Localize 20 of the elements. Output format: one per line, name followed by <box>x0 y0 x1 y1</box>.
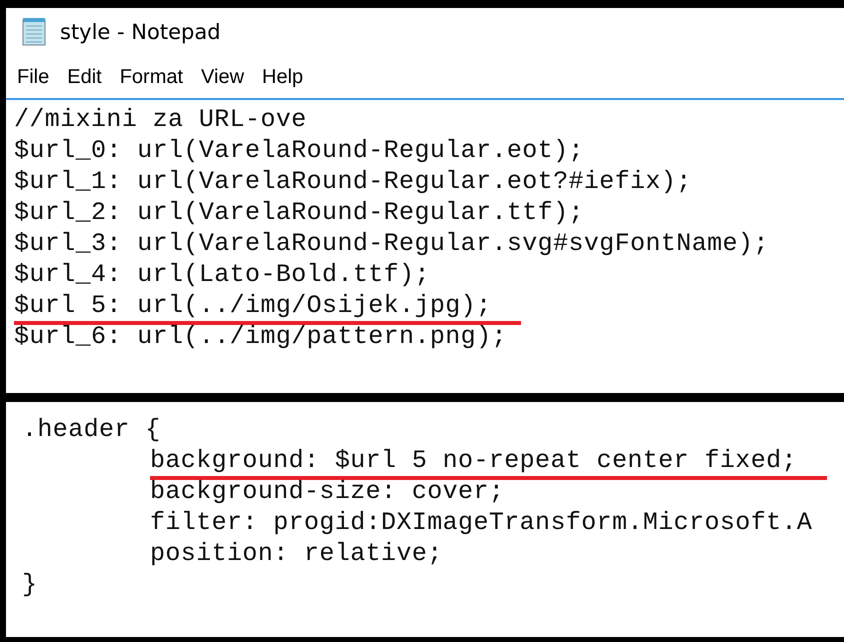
menu-item[interactable]: File <box>10 66 56 88</box>
code-line: $url_2: url(VarelaRound-Regular.ttf); <box>14 198 584 227</box>
code-line: $url_3: url(VarelaRound-Regular.svg#svgFontName); <box>14 229 769 258</box>
code-line: background: $url 5 no-repeat center fixed; <box>150 446 827 480</box>
window-title: style - Notepad <box>60 20 221 44</box>
menu-item[interactable]: Help <box>255 66 310 88</box>
code-line: position: relative; <box>150 539 443 568</box>
code-line: //mixini za URL-ove <box>14 105 307 134</box>
menu-item[interactable]: View <box>194 66 252 88</box>
code-line: filter: progid:DXImageTransform.Microsoft.A <box>150 508 812 537</box>
code-line: $url_1: url(VarelaRound-Regular.eot?#iefix); <box>14 167 692 196</box>
menu-item[interactable]: Edit <box>60 66 109 88</box>
code-line: .header { <box>22 415 161 444</box>
code-line: background-size: cover; <box>150 477 504 506</box>
code-line: $url 5: url(../img/Osijek.jpg); <box>14 291 522 325</box>
code-line: } <box>22 570 38 599</box>
code-line: $url_0: url(VarelaRound-Regular.eot); <box>14 136 584 165</box>
code-line: $url_4: url(Lato-Bold.ttf); <box>14 260 430 289</box>
menu-item[interactable]: Format <box>112 66 190 88</box>
code-line: $url_6: url(../img/pattern.png); <box>14 322 507 351</box>
